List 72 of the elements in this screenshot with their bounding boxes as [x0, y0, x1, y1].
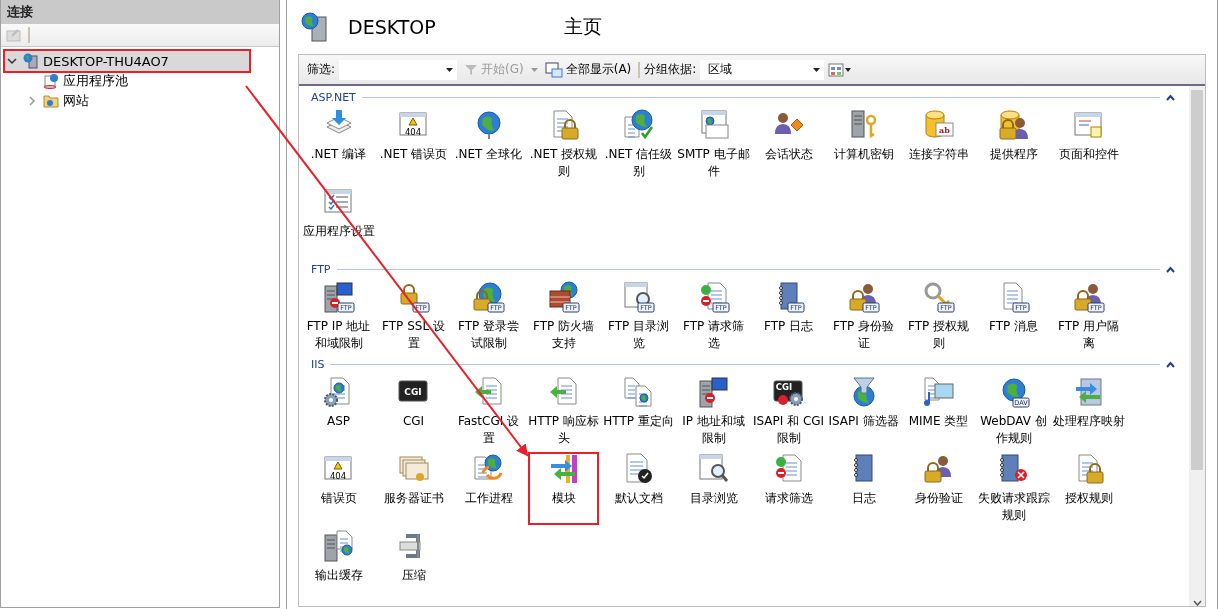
- feature-tile[interactable]: ASP: [301, 373, 376, 450]
- dropdown-caret-icon[interactable]: [446, 67, 454, 72]
- feature-tile[interactable]: 计算机密钥: [826, 106, 901, 183]
- chevron-up-icon[interactable]: [1166, 360, 1175, 368]
- scroll-down-icon[interactable]: [1192, 600, 1202, 606]
- magnifier-window-icon: [697, 453, 730, 485]
- feature-tile[interactable]: 压缩: [376, 527, 451, 604]
- feature-tile[interactable]: 工作进程: [451, 450, 526, 527]
- feature-tile[interactable]: 提供程序: [976, 106, 1051, 183]
- feature-tile[interactable]: MIME 类型: [901, 373, 976, 450]
- window-icon: [1072, 109, 1105, 141]
- chevron-up-icon[interactable]: [1166, 265, 1175, 273]
- feature-tile[interactable]: 模块: [526, 450, 601, 527]
- feature-tile[interactable]: 输出缓存: [301, 527, 376, 604]
- server-icon: [697, 376, 730, 408]
- feature-tile[interactable]: ab 连接字符串: [901, 106, 976, 183]
- panel-title: 连接: [1, 0, 279, 24]
- folder-globe-icon: [43, 93, 59, 109]
- page-subtitle: 主页: [564, 14, 602, 39]
- dropdown-caret-icon[interactable]: [813, 67, 821, 72]
- feature-tile[interactable]: 授权规则: [1051, 450, 1126, 527]
- group-title: ASP.NET: [311, 90, 356, 104]
- feature-tile[interactable]: 处理程序映射: [1051, 373, 1126, 450]
- feature-tile[interactable]: 目录浏览: [676, 450, 751, 527]
- feature-tile[interactable]: .NET 授权规则: [526, 106, 601, 183]
- feature-tile[interactable]: 服务器证书: [376, 450, 451, 527]
- feature-tile[interactable]: 身份验证: [901, 450, 976, 527]
- view-icon[interactable]: [828, 62, 853, 77]
- pool-icon: [43, 73, 59, 89]
- server-globe-icon: [23, 53, 39, 69]
- feature-tile[interactable]: SMTP 电子邮件: [676, 106, 751, 183]
- feature-tile[interactable]: .NET 全球化: [451, 106, 526, 183]
- book-error-icon: [997, 453, 1030, 485]
- feature-tile[interactable]: HTTP 重定向: [601, 373, 676, 450]
- database-lock-icon: [997, 109, 1030, 141]
- filter-field[interactable]: [339, 59, 458, 80]
- documents-icon: [622, 376, 655, 408]
- feature-tile[interactable]: IP 地址和域限制: [676, 373, 751, 450]
- feature-tile[interactable]: 页面和控件: [1051, 106, 1126, 183]
- page-title: DESKTOP: [348, 16, 437, 38]
- feature-tile[interactable]: HTTP 响应标头: [526, 373, 601, 450]
- feature-tile[interactable]: ISAPI 筛选器: [826, 373, 901, 450]
- feature-tile[interactable]: 会话状态: [751, 106, 826, 183]
- feature-tile[interactable]: 默认文档: [601, 450, 676, 527]
- group-by-label: 分组依据:: [644, 61, 697, 78]
- feature-tile[interactable]: 失败请求跟踪规则: [976, 450, 1051, 527]
- chevron-down-icon[interactable]: [7, 56, 17, 66]
- windows-icon: [544, 61, 563, 78]
- group-title: FTP: [311, 262, 331, 276]
- feature-tile[interactable]: 请求筛选: [751, 450, 826, 527]
- group-title: IIS: [311, 357, 325, 371]
- tree-item[interactable]: DESKTOP-THU4AO7: [5, 51, 249, 71]
- server-document-icon: [322, 530, 355, 562]
- feature-tile[interactable]: 404 .NET 错误页: [376, 106, 451, 183]
- scrollbar[interactable]: [1189, 86, 1205, 606]
- feature-tile[interactable]: CGI ISAPI 和 CGI 限制: [751, 373, 826, 450]
- feature-tile[interactable]: CGI CGI: [376, 373, 451, 450]
- chevron-up-icon[interactable]: [1166, 93, 1175, 101]
- feature-tile[interactable]: .NET 信任级别: [601, 106, 676, 183]
- globe-document-icon: [622, 109, 655, 141]
- funnel-icon: [464, 62, 479, 77]
- tree-item[interactable]: 网站: [5, 91, 279, 111]
- feature-tile[interactable]: .NET 编译: [301, 106, 376, 183]
- feature-tile[interactable]: FastCGI 设置: [451, 373, 526, 450]
- feature-tile[interactable]: 日志: [826, 450, 901, 527]
- media-icon: [922, 376, 955, 408]
- filter-label: 筛选:: [307, 61, 336, 78]
- feature-tile[interactable]: 404 错误页: [301, 450, 376, 527]
- group-by-select[interactable]: 区域: [700, 59, 825, 80]
- tree-item[interactable]: 应用程序池: [5, 71, 279, 91]
- chevron-right-icon[interactable]: [27, 96, 37, 106]
- show-all-button[interactable]: 全部显示(A): [541, 58, 635, 81]
